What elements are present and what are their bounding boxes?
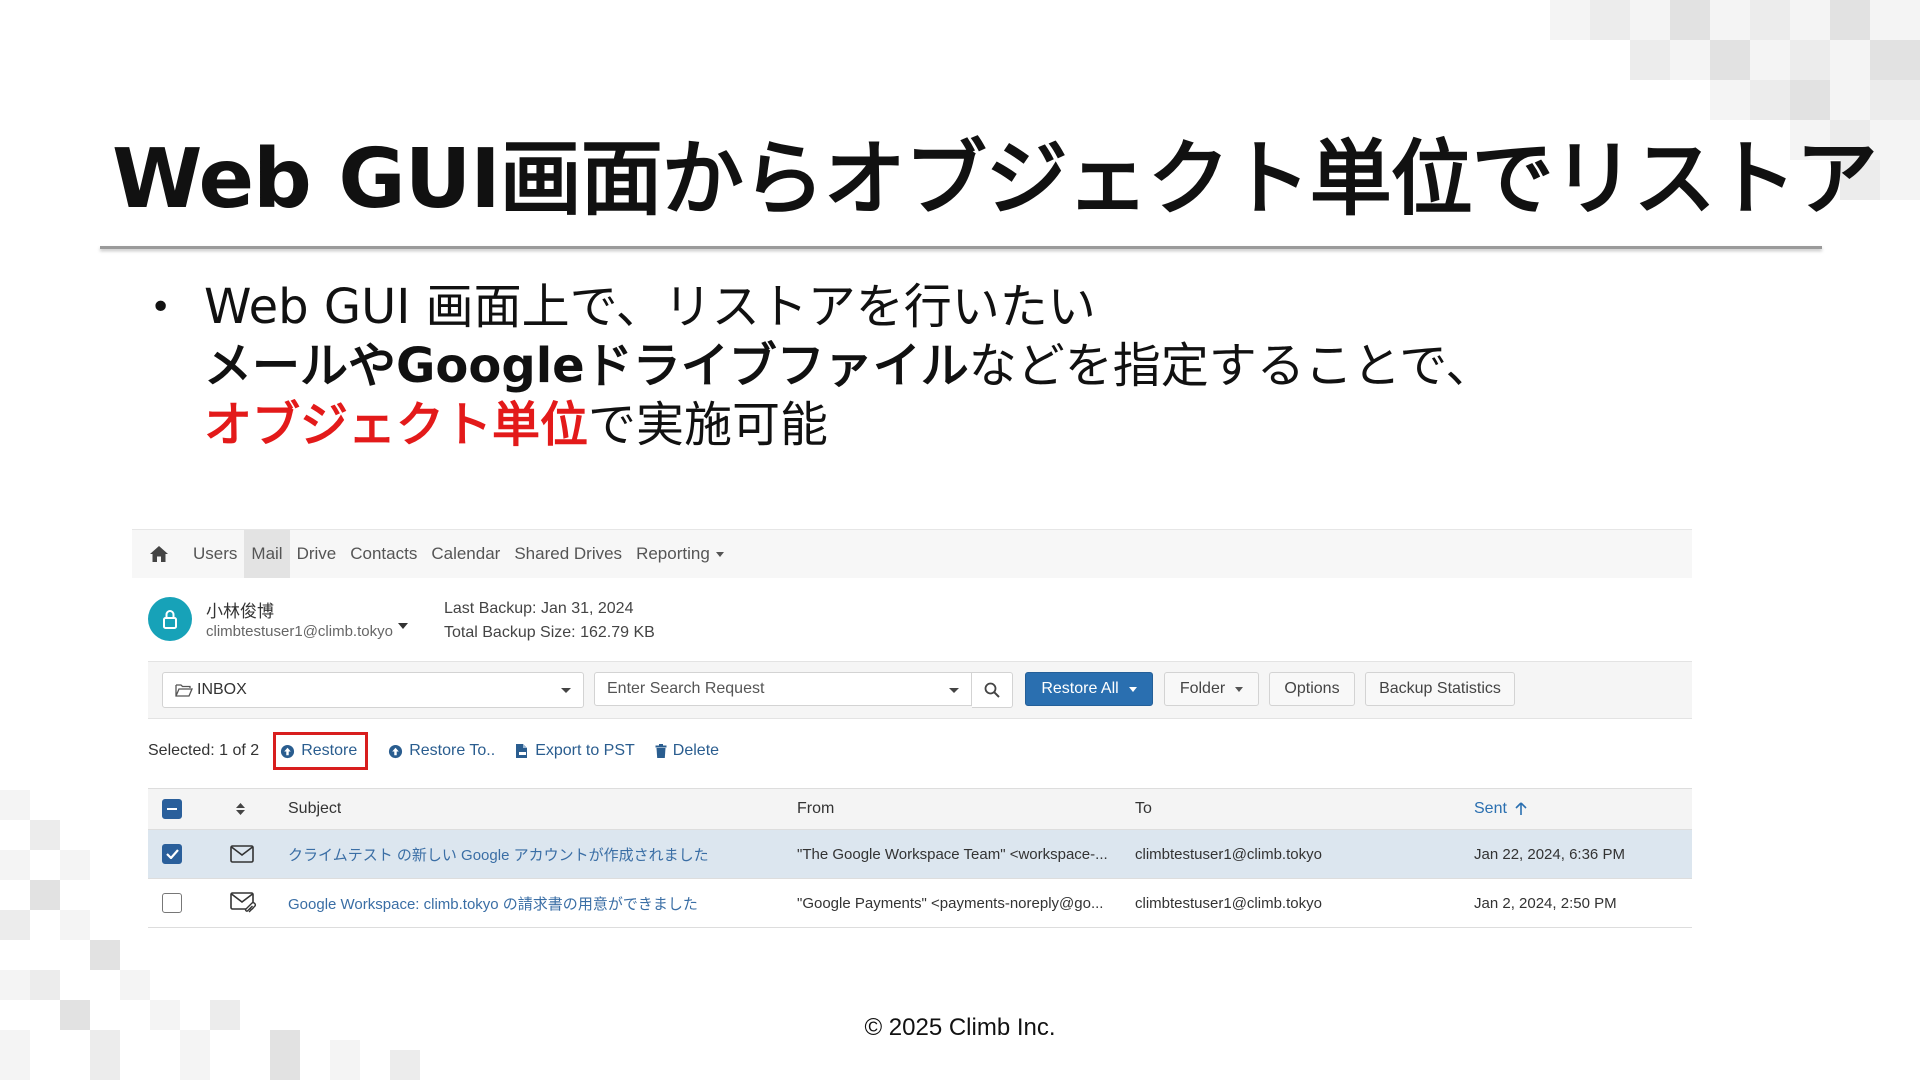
bullet-block: • Web GUI 画面上で、リストアを行いたい メールやGoogleドライブフ… xyxy=(150,278,1493,455)
restore-to-button[interactable]: Restore To.. xyxy=(388,732,495,770)
bullet-line-3: オブジェクト単位で実施可能 xyxy=(204,396,1493,455)
user-dropdown-icon[interactable] xyxy=(392,615,408,635)
delete-label: Delete xyxy=(672,742,720,759)
copyright-footer: © 2025 Climb Inc. xyxy=(864,1014,1056,1041)
nav-calendar[interactable]: Calendar xyxy=(424,530,507,578)
chevron-down-icon xyxy=(1235,686,1244,692)
nav-contacts[interactable]: Contacts xyxy=(343,530,424,578)
row-subject[interactable]: クライムテスト の新しい Google アカウントが作成されました xyxy=(288,830,709,878)
mail-toolbar: INBOX Enter Search Request Restore All F… xyxy=(148,661,1692,719)
table-header: Subject From To Sent xyxy=(148,788,1692,830)
folder-select[interactable]: INBOX xyxy=(162,672,584,708)
export-pst-label: Export to PST xyxy=(535,742,635,759)
nav-users[interactable]: Users xyxy=(186,530,244,578)
export-pst-button[interactable]: Export to PST xyxy=(515,732,635,770)
row-subject[interactable]: Google Workspace: climb.tokyo の請求書の用意ができ… xyxy=(288,879,698,927)
arrow-up-circle-icon xyxy=(389,744,403,758)
bullet-line-2: メールやGoogleドライブファイルなどを指定することで、 xyxy=(204,337,1493,396)
restore-all-label: Restore All xyxy=(1041,680,1119,697)
bullet-line-2-rest: などを指定することで、 xyxy=(968,338,1494,394)
table-row[interactable]: Google Workspace: climb.tokyo の請求書の用意ができ… xyxy=(148,879,1692,928)
search-placeholder: Enter Search Request xyxy=(607,680,765,697)
bullet-emphasis: メールやGoogleドライブファイル xyxy=(204,338,969,394)
select-all-cell xyxy=(162,789,192,829)
bullet-dot: • xyxy=(150,287,172,328)
file-export-icon xyxy=(516,744,528,758)
search-icon xyxy=(984,682,1000,698)
delete-button[interactable]: Delete xyxy=(655,732,719,770)
selection-count: Selected: 1 of 2 xyxy=(148,742,260,759)
row-checkbox[interactable] xyxy=(162,844,182,864)
envelope-icon xyxy=(230,830,260,878)
chevron-down-icon xyxy=(949,688,959,693)
row-from: "The Google Workspace Team" <workspace-.… xyxy=(797,845,1108,863)
sort-icon[interactable] xyxy=(236,789,256,829)
backup-info: Last Backup: Jan 31, 2024 Total Backup S… xyxy=(444,597,655,645)
check-icon xyxy=(165,849,179,859)
total-backup-size: Total Backup Size: 162.79 KB xyxy=(444,624,655,641)
nav-reporting[interactable]: Reporting xyxy=(629,530,731,578)
nav-reporting-label: Reporting xyxy=(636,544,710,563)
nav-drive[interactable]: Drive xyxy=(290,530,344,578)
title-divider xyxy=(100,246,1822,249)
restore-to-label: Restore To.. xyxy=(409,742,496,759)
chevron-down-icon xyxy=(561,688,571,693)
header-subject[interactable]: Subject xyxy=(288,789,341,829)
backup-app-screenshot: Users Mail Drive Contacts Calendar Share… xyxy=(132,529,1692,928)
nav-mail[interactable]: Mail xyxy=(244,530,290,578)
header-sent[interactable]: Sent xyxy=(1474,789,1527,829)
folder-value: INBOX xyxy=(197,681,247,698)
restore-label: Restore xyxy=(301,742,358,759)
chevron-down-icon xyxy=(1128,686,1137,692)
header-sent-label: Sent xyxy=(1474,800,1507,817)
chevron-down-icon xyxy=(398,622,408,629)
table-row[interactable]: クライムテスト の新しい Google アカウントが作成されました "The G… xyxy=(148,830,1692,879)
folder-open-icon xyxy=(175,683,193,697)
row-checkbox-cell xyxy=(162,830,192,878)
envelope-attachment-icon xyxy=(230,879,260,927)
header-from[interactable]: From xyxy=(797,789,834,829)
user-name: 小林俊博 xyxy=(206,602,274,621)
mail-table: Subject From To Sent クライムテスト の新しい Google… xyxy=(148,788,1692,928)
select-all-checkbox[interactable] xyxy=(162,799,182,819)
restore-button[interactable]: Restore xyxy=(273,732,369,770)
restore-all-button[interactable]: Restore All xyxy=(1025,672,1153,706)
row-checkbox[interactable] xyxy=(162,893,182,913)
selection-actions: Selected: 1 of 2 Restore Restore To.. Ex… xyxy=(148,729,1648,773)
home-icon[interactable] xyxy=(132,530,186,578)
user-info: 小林俊博 climbtestuser1@climb.tokyo Last Bac… xyxy=(148,597,1648,653)
options-button[interactable]: Options xyxy=(1269,672,1355,706)
row-checkbox-cell xyxy=(162,879,192,927)
backup-statistics-button[interactable]: Backup Statistics xyxy=(1365,672,1515,706)
slide-title: Web GUI画面からオブジェクト単位でリストア xyxy=(112,132,1878,227)
bullet-line-3-rest: で実施可能 xyxy=(588,397,829,453)
bullet-line-1: Web GUI 画面上で、リストアを行いたい xyxy=(204,279,1096,335)
user-email: climbtestuser1@climb.tokyo xyxy=(206,623,393,640)
folder-button[interactable]: Folder xyxy=(1164,672,1259,706)
top-navbar: Users Mail Drive Contacts Calendar Share… xyxy=(132,529,1692,578)
avatar-lock-icon xyxy=(148,597,192,641)
arrow-up-icon xyxy=(1515,802,1527,815)
header-to[interactable]: To xyxy=(1135,789,1152,829)
chevron-down-icon xyxy=(715,551,724,557)
row-sent: Jan 2, 2024, 2:50 PM xyxy=(1474,894,1617,912)
nav-shared-drives[interactable]: Shared Drives xyxy=(507,530,629,578)
search-input[interactable]: Enter Search Request xyxy=(594,672,972,706)
bullet-highlight: オブジェクト単位 xyxy=(204,397,589,453)
row-from: "Google Payments" <payments-noreply@go..… xyxy=(797,894,1104,912)
row-to: climbtestuser1@climb.tokyo xyxy=(1135,894,1322,912)
search-button[interactable] xyxy=(972,672,1013,708)
folder-button-label: Folder xyxy=(1179,680,1226,697)
row-sent: Jan 22, 2024, 6:36 PM xyxy=(1474,845,1625,863)
arrow-up-circle-icon xyxy=(281,744,295,758)
trash-icon xyxy=(655,744,667,758)
last-backup: Last Backup: Jan 31, 2024 xyxy=(444,600,634,617)
row-to: climbtestuser1@climb.tokyo xyxy=(1135,845,1322,863)
